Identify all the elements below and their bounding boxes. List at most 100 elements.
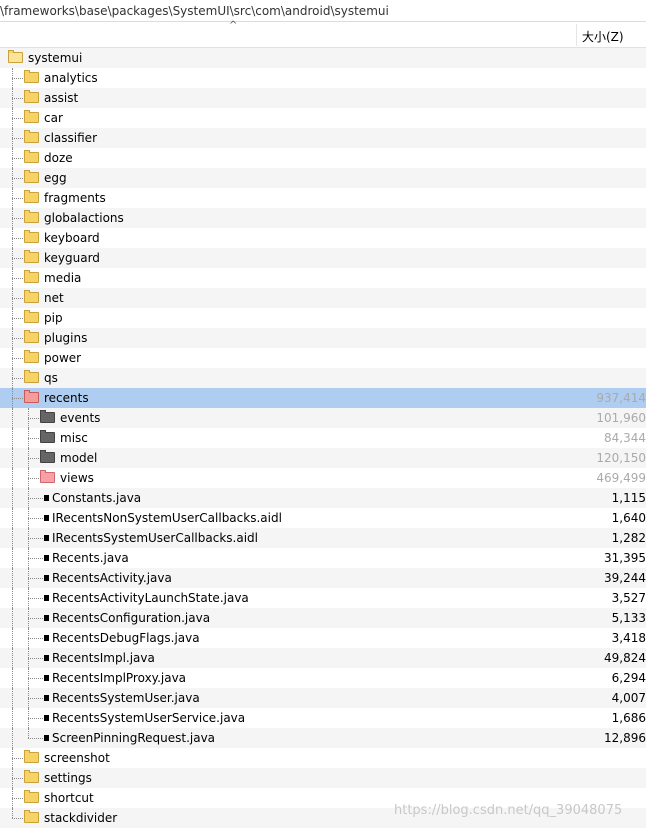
tree-folder-row[interactable]: egg — [0, 168, 646, 188]
column-divider[interactable] — [576, 24, 577, 46]
folder-icon — [24, 230, 39, 243]
tree-item-size: 1,115 — [611, 491, 646, 505]
tree-connector — [28, 738, 43, 739]
tree-folder-row[interactable]: plugins — [0, 328, 646, 348]
tree-item-label: media — [44, 271, 82, 285]
tree-file-row[interactable]: RecentsImpl.java 49,824 — [0, 648, 646, 668]
tree-connector — [28, 418, 39, 419]
size-column-header[interactable]: 大小(Z) — [582, 28, 624, 45]
tree-item-label: assist — [44, 91, 79, 105]
tree-item-label: fragments — [44, 191, 106, 205]
tree-folder-row[interactable]: keyboard — [0, 228, 646, 248]
tree-file-row[interactable]: RecentsDebugFlags.java 3,418 — [0, 628, 646, 648]
tree-folder-row[interactable]: pip — [0, 308, 646, 328]
tree-connector — [28, 438, 39, 439]
tree-folder-row[interactable]: events 101,960 — [0, 408, 646, 428]
tree-connector — [28, 458, 39, 459]
folder-tree: systemui analytics assist car classifier doze… — [0, 48, 646, 828]
tree-file-row[interactable]: RecentsSystemUserService.java 1,686 — [0, 708, 646, 728]
tree-folder-row[interactable]: screenshot — [0, 748, 646, 768]
tree-item-label: keyboard — [44, 231, 100, 245]
tree-folder-row[interactable]: classifier — [0, 128, 646, 148]
tree-connector — [12, 118, 23, 119]
tree-item-label: systemui — [28, 51, 83, 65]
tree-file-row[interactable]: ScreenPinningRequest.java 12,896 — [0, 728, 646, 748]
tree-file-row[interactable]: IRecentsNonSystemUserCallbacks.aidl 1,640 — [0, 508, 646, 528]
tree-connector — [12, 758, 23, 759]
tree-item-size: 12,896 — [604, 731, 646, 745]
tree-item-label: qs — [44, 371, 58, 385]
tree-guide-line — [12, 688, 13, 708]
folder-icon — [24, 790, 39, 803]
tree-folder-row[interactable]: car — [0, 108, 646, 128]
folder-icon — [24, 150, 39, 163]
tree-folder-row[interactable]: model 120,150 — [0, 448, 646, 468]
tree-item-label: screenshot — [44, 751, 110, 765]
tree-folder-row[interactable]: power — [0, 348, 646, 368]
tree-folder-row[interactable]: net — [0, 288, 646, 308]
tree-file-row[interactable]: RecentsImplProxy.java 6,294 — [0, 668, 646, 688]
tree-item-size: 3,527 — [611, 591, 646, 605]
tree-item-label: misc — [60, 431, 88, 445]
tree-folder-row[interactable]: recents 937,414 — [0, 388, 646, 408]
tree-folder-row[interactable]: fragments — [0, 188, 646, 208]
tree-connector — [12, 278, 23, 279]
file-icon — [44, 695, 49, 701]
tree-folder-row[interactable]: globalactions — [0, 208, 646, 228]
tree-file-row[interactable]: RecentsActivity.java 39,244 — [0, 568, 646, 588]
tree-connector — [28, 578, 43, 579]
tree-folder-row[interactable]: doze — [0, 148, 646, 168]
tree-item-size: 4,007 — [611, 691, 646, 705]
tree-folder-row[interactable]: keyguard — [0, 248, 646, 268]
folder-icon — [24, 350, 39, 363]
tree-item-size: 5,133 — [611, 611, 646, 625]
tree-item-label: IRecentsSystemUserCallbacks.aidl — [52, 531, 258, 545]
tree-item-label: net — [44, 291, 64, 305]
folder-icon — [24, 270, 39, 283]
tree-folder-row[interactable]: views 469,499 — [0, 468, 646, 488]
tree-folder-row[interactable]: settings — [0, 768, 646, 788]
path-bar[interactable]: \frameworks\base\packages\SystemUI\src\c… — [0, 0, 646, 22]
tree-file-row[interactable]: Constants.java 1,115 — [0, 488, 646, 508]
tree-guide-line — [12, 488, 13, 508]
tree-folder-row[interactable]: misc 84,344 — [0, 428, 646, 448]
tree-connector — [28, 498, 43, 499]
column-header: ^ 大小(Z) — [0, 20, 646, 48]
tree-file-row[interactable]: RecentsSystemUser.java 4,007 — [0, 688, 646, 708]
tree-folder-row[interactable]: assist — [0, 88, 646, 108]
tree-file-row[interactable]: IRecentsSystemUserCallbacks.aidl 1,282 — [0, 528, 646, 548]
tree-item-label: classifier — [44, 131, 97, 145]
folder-icon — [24, 390, 39, 403]
tree-guide-line — [12, 428, 13, 448]
tree-folder-row[interactable]: analytics — [0, 68, 646, 88]
tree-item-label: pip — [44, 311, 63, 325]
sort-caret-icon[interactable]: ^ — [229, 20, 237, 31]
tree-file-row[interactable]: Recents.java 31,395 — [0, 548, 646, 568]
tree-guide-line — [12, 628, 13, 648]
tree-guide-line — [12, 548, 13, 568]
folder-icon — [24, 290, 39, 303]
tree-connector — [12, 318, 23, 319]
tree-item-label: analytics — [44, 71, 98, 85]
tree-item-label: power — [44, 351, 82, 365]
tree-guide-line — [12, 708, 13, 728]
folder-icon — [40, 410, 55, 423]
tree-file-row[interactable]: RecentsActivityLaunchState.java 3,527 — [0, 588, 646, 608]
tree-item-label: settings — [44, 771, 92, 785]
tree-guide-line — [12, 408, 13, 428]
tree-folder-row[interactable]: systemui — [0, 48, 646, 68]
tree-folder-row[interactable]: media — [0, 268, 646, 288]
tree-connector — [12, 218, 23, 219]
tree-item-label: IRecentsNonSystemUserCallbacks.aidl — [52, 511, 282, 525]
tree-connector — [28, 558, 43, 559]
tree-item-label: car — [44, 111, 63, 125]
tree-item-size: 1,282 — [611, 531, 646, 545]
tree-item-label: plugins — [44, 331, 88, 345]
tree-item-label: stackdivider — [44, 811, 118, 825]
tree-item-label: RecentsDebugFlags.java — [52, 631, 200, 645]
tree-item-size: 84,344 — [604, 431, 646, 445]
tree-connector — [28, 538, 43, 539]
tree-file-row[interactable]: RecentsConfiguration.java 5,133 — [0, 608, 646, 628]
file-icon — [44, 635, 49, 641]
tree-folder-row[interactable]: qs — [0, 368, 646, 388]
